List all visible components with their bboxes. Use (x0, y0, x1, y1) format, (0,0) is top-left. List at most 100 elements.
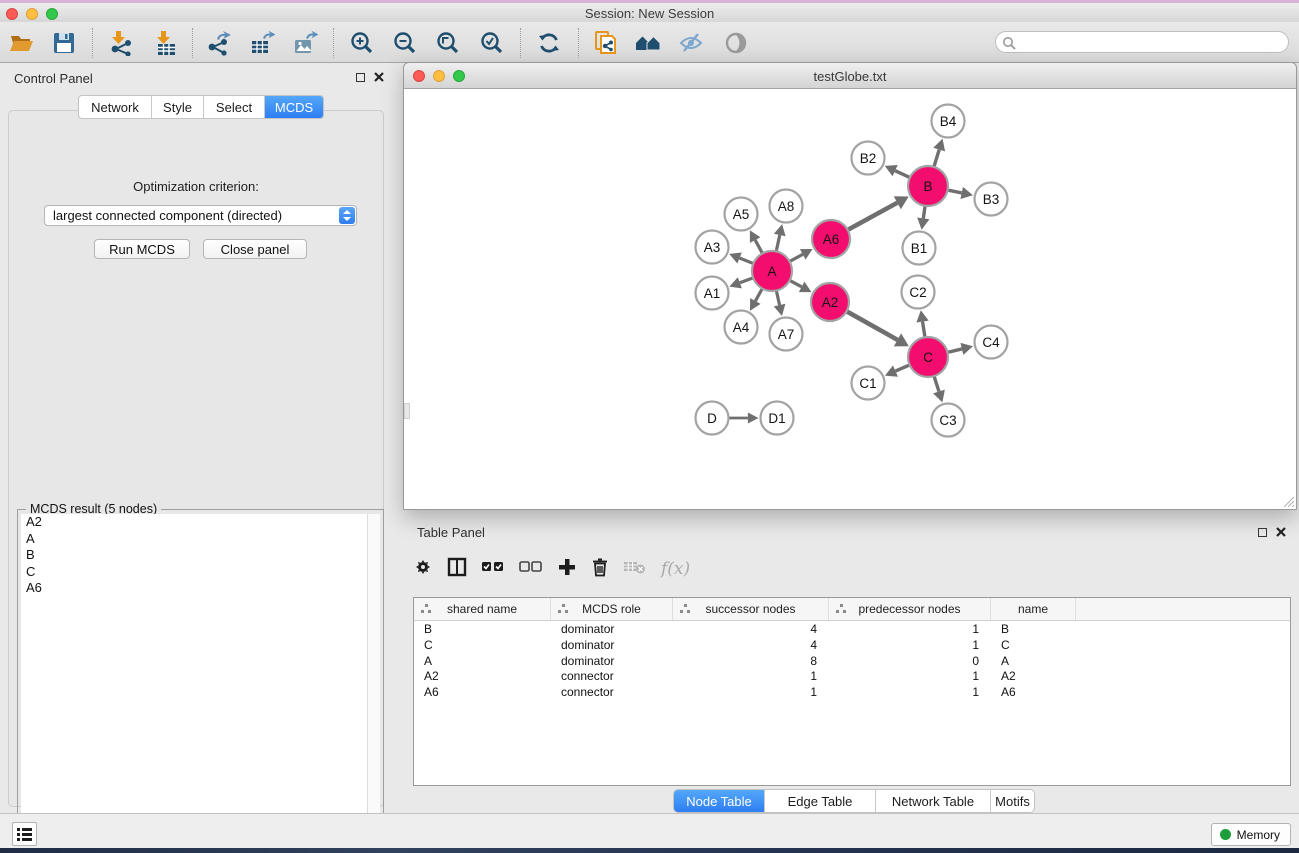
close-panel-button[interactable]: Close panel (203, 239, 307, 259)
table-row[interactable]: Cdominator41C (414, 637, 1290, 653)
table-cell: connector (551, 684, 673, 700)
edge-A-A8[interactable] (776, 235, 780, 252)
node-label-D: D (707, 411, 717, 426)
mcds-result-item[interactable]: B (21, 547, 367, 564)
edge-B-B3[interactable] (947, 190, 962, 193)
zoom-selected-icon[interactable] (479, 30, 505, 56)
edge-B-B4[interactable] (934, 150, 940, 168)
network-window-title: testGlobe.txt (404, 69, 1296, 84)
column-header-successor-nodes[interactable]: successor nodes (673, 598, 829, 620)
node-label-A2: A2 (822, 295, 839, 310)
mcds-result-item[interactable]: A (21, 531, 367, 548)
table-cell: A (414, 653, 551, 669)
gear-icon[interactable] (413, 557, 433, 582)
close-panel-icon[interactable] (1276, 527, 1286, 537)
zoom-out-icon[interactable] (392, 30, 418, 56)
export-image-icon[interactable] (292, 30, 318, 56)
node-label-B1: B1 (911, 241, 928, 256)
float-panel-icon[interactable] (1258, 528, 1267, 537)
tab-motifs[interactable]: Motifs (991, 790, 1034, 812)
node-label-A6: A6 (823, 232, 840, 247)
zoom-fit-icon[interactable] (435, 30, 461, 56)
import-network-icon[interactable] (108, 30, 134, 56)
tab-style[interactable]: Style (152, 96, 204, 118)
memory-button[interactable]: Memory (1211, 823, 1291, 846)
edge-A-A4[interactable] (755, 288, 762, 301)
node-table[interactable]: shared nameMCDS rolesuccessor nodesprede… (413, 597, 1291, 786)
mcds-result-item[interactable]: A2 (21, 514, 367, 531)
edge-A-A5[interactable] (755, 240, 763, 254)
tab-network[interactable]: Network (79, 96, 152, 118)
table-row[interactable]: A2connector11A2 (414, 668, 1290, 684)
delete-table-icon[interactable] (623, 558, 647, 581)
edge-A-A3[interactable] (740, 258, 755, 264)
tab-select[interactable]: Select (204, 96, 265, 118)
column-header-MCDS-role[interactable]: MCDS role (551, 598, 673, 620)
edge-A6-B[interactable] (847, 203, 898, 231)
column-layout-icon[interactable] (447, 557, 467, 582)
open-file-icon[interactable] (9, 30, 35, 56)
home-networks-icon[interactable] (635, 30, 661, 56)
column-header-predecessor-nodes[interactable]: predecessor nodes (829, 598, 991, 620)
mcds-panel-content: Optimization criterion: largest connecte… (8, 110, 384, 807)
select-all-icon[interactable] (481, 557, 505, 582)
memory-status-icon (1220, 829, 1231, 840)
float-panel-icon[interactable] (356, 73, 365, 82)
close-panel-icon[interactable] (374, 72, 384, 82)
tab-network-table[interactable]: Network Table (876, 790, 991, 812)
table-row[interactable]: Adominator80A (414, 653, 1290, 669)
save-session-icon[interactable] (51, 30, 77, 56)
search-input[interactable] (1020, 33, 1284, 53)
run-mcds-button[interactable]: Run MCDS (94, 239, 190, 259)
import-table-icon[interactable] (153, 30, 179, 56)
mcds-result-list[interactable]: A2ABCA6 (21, 514, 368, 839)
edge-A-A7[interactable] (776, 290, 779, 305)
canvas-left-grip[interactable] (404, 403, 410, 419)
export-table-icon[interactable] (249, 30, 275, 56)
edge-C-C1[interactable] (895, 365, 910, 372)
function-builder-icon[interactable]: f(x) (661, 559, 690, 579)
show-eye-icon[interactable] (723, 30, 749, 56)
edge-C-C4[interactable] (946, 349, 961, 353)
cybrowser-icon[interactable] (593, 30, 619, 56)
column-header-shared-name[interactable]: shared name (414, 598, 551, 620)
deselect-all-icon[interactable] (519, 557, 543, 582)
edge-A2-C[interactable] (846, 311, 898, 340)
main-titlebar[interactable]: Session: New Session (0, 3, 1299, 23)
add-column-icon[interactable] (557, 557, 577, 582)
memory-label: Memory (1237, 828, 1280, 842)
tab-mcds[interactable]: MCDS (265, 96, 323, 118)
network-canvas[interactable]: AA6A2BCA1A3A4A5A7A8B1B2B3B4C1C2C3C4DD1 (404, 89, 1296, 509)
node-label-B4: B4 (940, 114, 957, 129)
table-row[interactable]: A6connector11A6 (414, 684, 1290, 700)
table-cell: connector (551, 668, 673, 684)
network-graph: AA6A2BCA1A3A4A5A7A8B1B2B3B4C1C2C3C4DD1 (404, 89, 1296, 509)
criterion-select[interactable]: largest connected component (directed) (44, 205, 357, 226)
edge-A-A6[interactable] (789, 254, 803, 262)
window-resize-grip[interactable] (1280, 493, 1294, 507)
table-header-row: shared nameMCDS rolesuccessor nodesprede… (414, 598, 1290, 621)
refresh-icon[interactable] (536, 30, 562, 56)
zoom-in-icon[interactable] (349, 30, 375, 56)
hide-eye-icon[interactable] (678, 30, 704, 56)
task-history-button[interactable] (12, 822, 37, 846)
result-scrollbar[interactable] (367, 514, 380, 839)
tab-edge-table[interactable]: Edge Table (765, 790, 876, 812)
node-label-A5: A5 (733, 207, 750, 222)
tab-node-table[interactable]: Node Table (674, 790, 765, 812)
edge-arrowhead (960, 343, 973, 355)
edge-A-A2[interactable] (789, 280, 802, 287)
export-network-icon[interactable] (206, 30, 232, 56)
delete-column-icon[interactable] (591, 557, 609, 582)
mcds-result-item[interactable]: A6 (21, 580, 367, 597)
table-cell: 1 (829, 621, 991, 637)
table-row[interactable]: Bdominator41B (414, 621, 1290, 637)
search-field[interactable] (995, 31, 1289, 53)
edge-C-C2[interactable] (923, 322, 926, 339)
edge-C-C3[interactable] (934, 375, 939, 391)
edge-B-B2[interactable] (895, 171, 911, 178)
mcds-result-item[interactable]: C (21, 564, 367, 581)
edge-A-A1[interactable] (740, 278, 754, 283)
column-header-name[interactable]: name (991, 598, 1076, 620)
network-window-titlebar[interactable]: testGlobe.txt (404, 63, 1296, 89)
